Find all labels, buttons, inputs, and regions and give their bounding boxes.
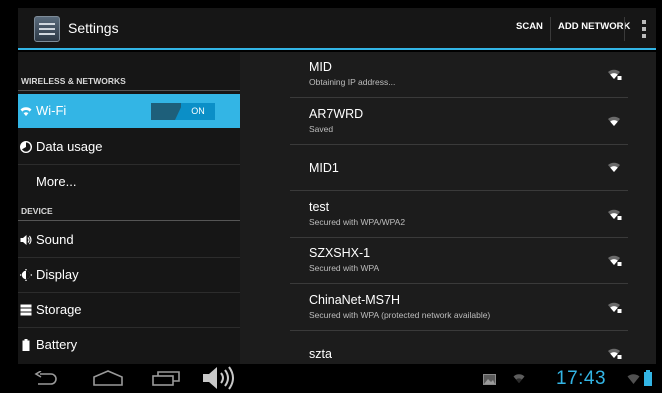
network-list-item[interactable]: AR7WRD Saved <box>240 99 656 145</box>
storage-icon <box>20 304 32 316</box>
network-name: SZXSHX-1 <box>309 246 371 260</box>
sidebar-item-label: Data usage <box>36 139 103 154</box>
battery-status-icon <box>644 370 652 386</box>
wifi-locked-signal-icon <box>608 69 622 80</box>
network-name: ChinaNet-MS7H <box>309 292 401 307</box>
network-list-item[interactable]: szta <box>240 331 656 364</box>
section-header-wireless: WIRELESS & NETWORKS <box>21 76 126 86</box>
wifi-locked-signal-icon <box>608 302 622 313</box>
network-name: MID <box>309 60 332 74</box>
wifi-signal-icon <box>608 116 620 126</box>
network-list-item[interactable]: MID Obtaining IP address... <box>240 52 656 98</box>
overflow-menu-icon[interactable] <box>642 20 646 38</box>
wifi-locked-signal-icon <box>608 348 622 359</box>
network-status: Saved <box>309 123 334 134</box>
action-separator <box>550 17 551 41</box>
battery-icon <box>22 339 30 351</box>
sidebar-item-storage[interactable]: Storage <box>18 293 240 327</box>
network-list-item[interactable]: SZXSHX-1 Secured with WPA <box>240 238 656 284</box>
sidebar-item-more[interactable]: More... <box>18 165 240 199</box>
sidebar-item-sound[interactable]: Sound <box>18 223 240 257</box>
section-header-device: DEVICE <box>21 206 53 216</box>
network-status: Secured with WPA (protected network avai… <box>309 309 491 320</box>
network-name: AR7WRD <box>309 106 364 121</box>
wifi-locked-signal-icon <box>608 255 622 266</box>
toggle-state: ON <box>181 103 215 120</box>
section-divider <box>18 220 240 221</box>
wifi-signal-icon <box>608 162 620 172</box>
section-divider <box>18 90 240 91</box>
sidebar-item-label: Storage <box>36 302 82 317</box>
sidebar-item-label: Wi-Fi <box>36 103 67 118</box>
back-icon[interactable] <box>34 371 58 387</box>
settings-sidebar: WIRELESS & NETWORKS Wi-Fi ON Data usage <box>18 52 240 364</box>
network-status: Obtaining IP address... <box>309 77 396 87</box>
app-title: Settings <box>68 20 119 36</box>
wifi-notification-icon[interactable] <box>513 373 525 384</box>
data-usage-icon <box>20 141 32 153</box>
sound-icon <box>20 235 32 245</box>
display-icon <box>20 269 32 281</box>
sidebar-item-label: Sound <box>36 232 74 247</box>
wifi-status-icon <box>627 374 640 384</box>
network-name: test <box>309 199 330 214</box>
sidebar-item-label: Battery <box>36 337 78 352</box>
wifi-toggle[interactable]: ON <box>151 103 215 120</box>
sidebar-item-label: More... <box>36 174 77 189</box>
sidebar-item-label: Display <box>36 267 79 282</box>
sidebar-item-battery[interactable]: Battery <box>18 328 240 362</box>
wifi-locked-signal-icon <box>608 209 622 220</box>
network-list-item[interactable]: MID1 <box>240 145 656 191</box>
network-status: Secured with WPA/WPA2 <box>309 216 406 227</box>
network-list-item[interactable]: ChinaNet-MS7H Secured with WPA (protected… <box>240 285 656 331</box>
network-name: szta <box>309 347 332 361</box>
gallery-notification-icon[interactable] <box>483 374 496 385</box>
network-name: MID1 <box>309 161 339 175</box>
sidebar-item-display[interactable]: Display <box>18 258 240 292</box>
volume-icon[interactable] <box>202 366 238 390</box>
network-list-item[interactable]: test Secured with WPA/WPA2 <box>240 192 656 238</box>
scan-button[interactable]: SCAN <box>516 21 543 32</box>
clock: 17:43 <box>556 368 607 389</box>
sidebar-item-wifi[interactable]: Wi-Fi ON <box>18 94 240 128</box>
settings-app-icon[interactable] <box>34 16 60 42</box>
sidebar-item-data-usage[interactable]: Data usage <box>18 130 240 164</box>
action-separator <box>624 17 625 41</box>
wifi-icon <box>20 107 32 116</box>
action-bar-rule <box>18 48 656 50</box>
tablet-screen: Settings SCAN ADD NETWORK WIRELESS & NET… <box>0 0 662 393</box>
add-network-button[interactable]: ADD NETWORK <box>558 21 630 32</box>
wifi-network-list: MID Obtaining IP address... AR7WRD Saved MID… <box>240 52 656 364</box>
network-status: Secured with WPA <box>309 263 380 273</box>
action-bar: Settings SCAN ADD NETWORK <box>18 8 656 50</box>
home-icon[interactable] <box>93 370 123 386</box>
system-nav-bar: 17:43 <box>0 364 662 393</box>
recent-apps-icon[interactable] <box>152 370 180 386</box>
